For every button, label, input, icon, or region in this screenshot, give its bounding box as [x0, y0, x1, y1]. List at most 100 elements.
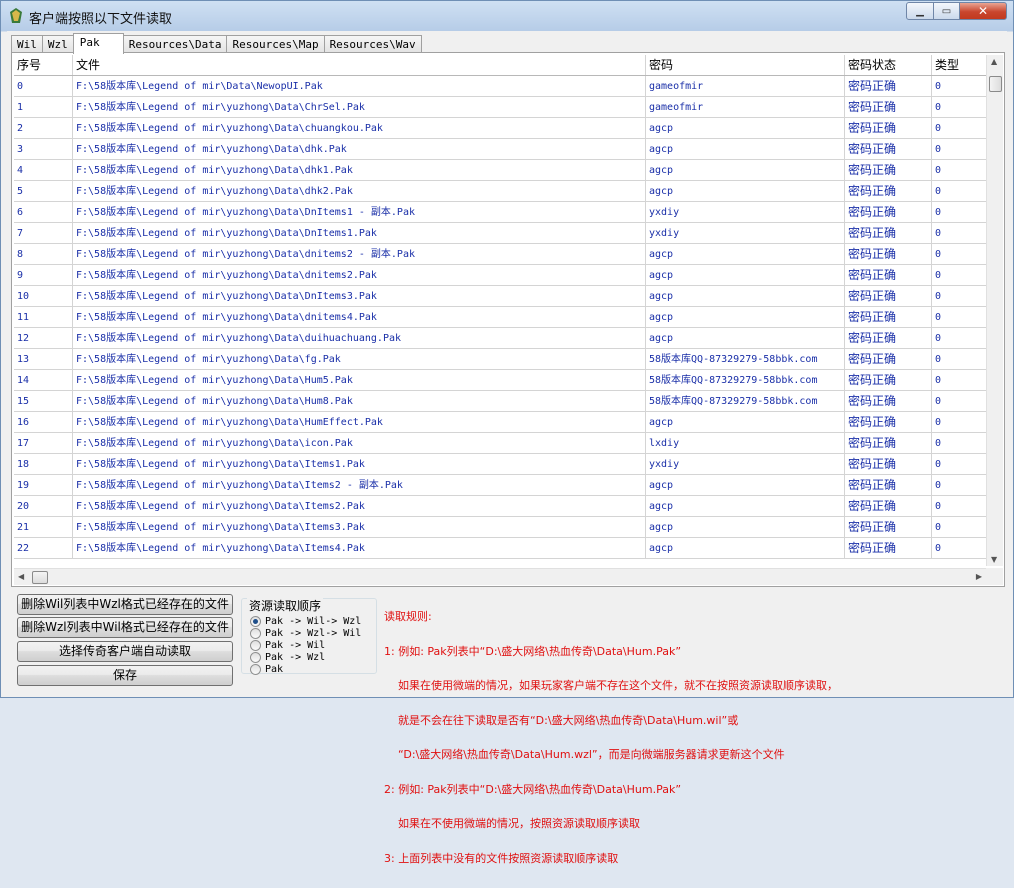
header-file[interactable]: 文件 [73, 55, 646, 75]
table-row[interactable]: 11 F:\58版本库\Legend of mir\yuzhong\Data\dn… [14, 307, 986, 328]
scroll-corner [986, 568, 1003, 585]
close-button[interactable]: ✕ [959, 2, 1007, 20]
row-type: 0 [935, 123, 942, 134]
row-password: agcp [646, 118, 845, 138]
table-row[interactable]: 13 F:\58版本库\Legend of mir\yuzhong\Data\fg… [14, 349, 986, 370]
row-password-status: 密码正确 [845, 97, 932, 117]
row-file: F:\58版本库\Legend of mir\yuzhong\Data\Hum8… [73, 391, 646, 411]
header-password[interactable]: 密码 [646, 55, 845, 75]
app-icon [10, 8, 22, 23]
tab-resources-map[interactable]: Resources\Map [226, 35, 325, 53]
vertical-scrollbar[interactable]: ▲ ▼ [986, 55, 1003, 566]
table-row[interactable]: 17 F:\58版本库\Legend of mir\yuzhong\Data\ic… [14, 433, 986, 454]
table-row[interactable]: 18 F:\58版本库\Legend of mir\yuzhong\Data\It… [14, 454, 986, 475]
row-type: 0 [935, 81, 942, 92]
minimize-button[interactable]: ▁ [906, 2, 934, 20]
title-bar[interactable]: 客户端按照以下文件读取 ▁ ▭ ✕ [1, 1, 1013, 31]
row-file: F:\58版本库\Legend of mir\yuzhong\Data\Item… [73, 496, 646, 516]
header-password-status[interactable]: 密码状态 [845, 55, 932, 75]
row-password-status: 密码正确 [845, 517, 932, 537]
row-type: 0 [935, 375, 942, 386]
tab-wil[interactable]: Wil [11, 35, 43, 53]
row-type: 0 [935, 396, 942, 407]
table-row[interactable]: 20 F:\58版本库\Legend of mir\yuzhong\Data\It… [14, 496, 986, 517]
row-password-status: 密码正确 [845, 538, 932, 558]
table-row[interactable]: 1 F:\58版本库\Legend of mir\yuzhong\Data\Chr… [14, 97, 986, 118]
rules-line: 读取规则: [384, 610, 432, 623]
order-option-pak-wzl-wil[interactable]: Pak -> Wzl-> Wil [250, 627, 361, 639]
order-option-pak-wil-wzl[interactable]: Pak -> Wil-> Wzl [250, 615, 361, 627]
table-row[interactable]: 22 F:\58版本库\Legend of mir\yuzhong\Data\It… [14, 538, 986, 559]
table-row[interactable]: 19 F:\58版本库\Legend of mir\yuzhong\Data\It… [14, 475, 986, 496]
table-header: 序号 文件 密码 密码状态 类型 [14, 55, 986, 76]
row-password-status: 密码正确 [845, 244, 932, 264]
header-type[interactable]: 类型 [932, 55, 986, 75]
table-row[interactable]: 15 F:\58版本库\Legend of mir\yuzhong\Data\Hu… [14, 391, 986, 412]
radio-icon[interactable] [250, 663, 261, 675]
read-rules-text: 读取规则: 1: 例如: Pak列表中“D:\盛大网络\热血传奇\Data\Hu… [384, 588, 1004, 887]
row-index: 21 [14, 517, 73, 537]
row-password-status: 密码正确 [845, 286, 932, 306]
row-password-status: 密码正确 [845, 496, 932, 516]
pak-panel: 序号 文件 密码 密码状态 类型 0 F:\58版本库\Legend of mir… [11, 52, 1005, 587]
table-row[interactable]: 5 F:\58版本库\Legend of mir\yuzhong\Data\dhk… [14, 181, 986, 202]
row-index: 9 [14, 265, 73, 285]
row-password-status: 密码正确 [845, 454, 932, 474]
horizontal-scroll-thumb[interactable] [32, 571, 48, 584]
table-row[interactable]: 10 F:\58版本库\Legend of mir\yuzhong\Data\Dn… [14, 286, 986, 307]
table-row[interactable]: 2 F:\58版本库\Legend of mir\yuzhong\Data\chu… [14, 118, 986, 139]
select-client-button[interactable]: 选择传奇客户端自动读取 [17, 641, 233, 662]
row-password: yxdiy [646, 223, 845, 243]
table-row[interactable]: 12 F:\58版本库\Legend of mir\yuzhong\Data\du… [14, 328, 986, 349]
tab-pak[interactable]: Pak [72, 33, 124, 54]
table-row[interactable]: 0 F:\58版本库\Legend of mir\Data\NewopUI.Pak… [14, 76, 986, 97]
table-body: 0 F:\58版本库\Legend of mir\Data\NewopUI.Pak… [14, 76, 986, 559]
row-file: F:\58版本库\Legend of mir\yuzhong\Data\Item… [73, 538, 646, 558]
scroll-down-icon[interactable]: ▼ [991, 555, 997, 564]
order-option-pak[interactable]: Pak [250, 663, 283, 675]
order-option-pak-wil[interactable]: Pak -> Wil [250, 639, 325, 651]
row-type: 0 [935, 480, 942, 491]
delete-wil-duplicates-button[interactable]: 删除Wil列表中Wzl格式已经存在的文件 [17, 594, 233, 615]
row-file: F:\58版本库\Legend of mir\yuzhong\Data\dnit… [73, 265, 646, 285]
row-password: 58版本库QQ-87329279-58bbk.com [646, 370, 845, 390]
row-file: F:\58版本库\Legend of mir\yuzhong\Data\ChrS… [73, 97, 646, 117]
horizontal-scrollbar[interactable]: ◀ ▶ [14, 568, 986, 585]
row-file: F:\58版本库\Legend of mir\yuzhong\Data\DnIt… [73, 202, 646, 222]
scroll-right-icon[interactable]: ▶ [976, 572, 982, 581]
table-row[interactable]: 3 F:\58版本库\Legend of mir\yuzhong\Data\dhk… [14, 139, 986, 160]
delete-wzl-duplicates-button[interactable]: 删除Wzl列表中Wil格式已经存在的文件 [17, 617, 233, 638]
table-row[interactable]: 4 F:\58版本库\Legend of mir\yuzhong\Data\dhk… [14, 160, 986, 181]
table-row[interactable]: 14 F:\58版本库\Legend of mir\yuzhong\Data\Hu… [14, 370, 986, 391]
table-row[interactable]: 8 F:\58版本库\Legend of mir\yuzhong\Data\dni… [14, 244, 986, 265]
maximize-button[interactable]: ▭ [933, 2, 960, 20]
row-password: agcp [646, 412, 845, 432]
tab-resources-data[interactable]: Resources\Data [122, 35, 228, 53]
radio-icon[interactable] [250, 651, 261, 663]
vertical-scroll-thumb[interactable] [989, 76, 1002, 92]
row-index: 14 [14, 370, 73, 390]
row-password: agcp [646, 496, 845, 516]
tab-resources-wav[interactable]: Resources\Wav [323, 35, 422, 53]
save-button[interactable]: 保存 [17, 665, 233, 686]
table-row[interactable]: 6 F:\58版本库\Legend of mir\yuzhong\Data\DnI… [14, 202, 986, 223]
scroll-left-icon[interactable]: ◀ [18, 572, 24, 581]
table-row[interactable]: 16 F:\58版本库\Legend of mir\yuzhong\Data\Hu… [14, 412, 986, 433]
row-index: 7 [14, 223, 73, 243]
radio-icon[interactable] [250, 627, 261, 639]
order-option-pak-wzl[interactable]: Pak -> Wzl [250, 651, 325, 663]
radio-icon[interactable] [250, 639, 261, 651]
row-type: 0 [935, 270, 942, 281]
table-row[interactable]: 9 F:\58版本库\Legend of mir\yuzhong\Data\dni… [14, 265, 986, 286]
row-index: 13 [14, 349, 73, 369]
tab-bar: Wil Wzl Pak Resources\Data Resources\Map… [11, 33, 422, 54]
window-title: 客户端按照以下文件读取 [29, 12, 173, 27]
scroll-up-icon[interactable]: ▲ [991, 57, 997, 66]
header-index[interactable]: 序号 [14, 55, 73, 75]
radio-selected-icon[interactable] [250, 615, 261, 627]
row-file: F:\58版本库\Legend of mir\yuzhong\Data\icon… [73, 433, 646, 453]
table-row[interactable]: 7 F:\58版本库\Legend of mir\yuzhong\Data\DnI… [14, 223, 986, 244]
table-row[interactable]: 21 F:\58版本库\Legend of mir\yuzhong\Data\It… [14, 517, 986, 538]
tab-wzl[interactable]: Wzl [41, 35, 74, 53]
row-password-status: 密码正确 [845, 433, 932, 453]
